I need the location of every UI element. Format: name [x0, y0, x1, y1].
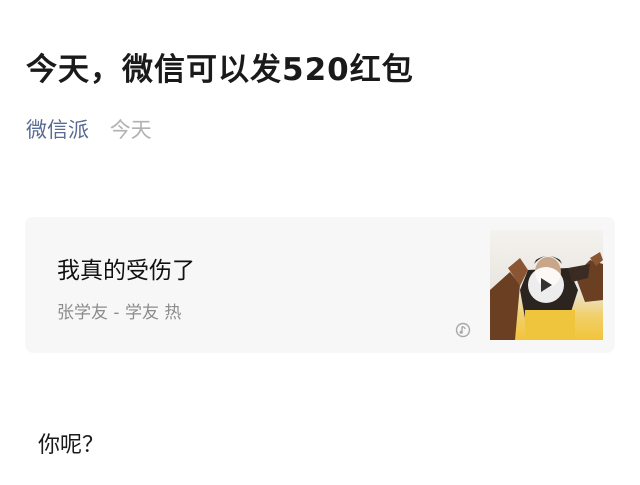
- music-card[interactable]: 我真的受伤了 张学友 - 学友 热: [25, 217, 615, 353]
- song-artist: 张学友 - 学友 热: [57, 303, 182, 323]
- play-button[interactable]: [528, 267, 564, 303]
- play-icon: [541, 278, 552, 292]
- song-title: 我真的受伤了: [57, 258, 195, 284]
- publish-date: 今天: [109, 118, 152, 142]
- qq-music-icon: [455, 322, 471, 338]
- article-meta: 微信派 今天: [26, 114, 152, 144]
- album-cover[interactable]: [490, 230, 603, 340]
- article-body-text: 你呢？: [38, 433, 105, 458]
- account-name-link[interactable]: 微信派: [26, 118, 89, 142]
- article-title: 今天，微信可以发520红包: [26, 52, 414, 88]
